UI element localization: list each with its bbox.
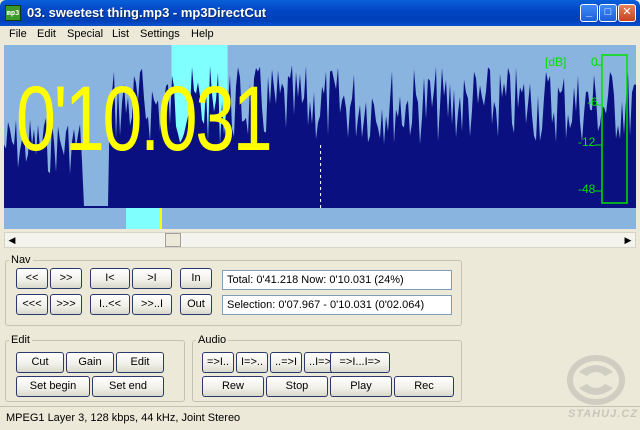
db-unit-label: [dB] [545, 55, 567, 69]
scroll-thumb[interactable] [165, 233, 181, 247]
title-bar: mp3 03. sweetest thing.mp3 - mp3DirectCu… [0, 0, 640, 26]
nav-selection-begin-button[interactable]: I..<< [90, 294, 130, 315]
menu-bar: File Edit Special List Settings Help [0, 26, 640, 44]
nav-fast-forward-button[interactable]: >>> [50, 294, 82, 315]
scroll-right-icon[interactable]: ▶ [621, 233, 635, 247]
edit-group-label: Edit [11, 334, 30, 346]
rewind-button[interactable]: Rew [202, 376, 264, 397]
out-button[interactable]: Out [180, 294, 212, 315]
position-info-field: Total: 0'41.218 Now: 0'10.031 (24%) [222, 270, 452, 290]
nav-group-label: Nav [11, 254, 31, 266]
menu-edit[interactable]: Edit [37, 28, 56, 40]
watermark-text: STAHUJ.CZ [568, 408, 638, 420]
db-0-label: 0 [591, 55, 598, 69]
window-title: 03. sweetest thing.mp3 - mp3DirectCut [27, 5, 267, 20]
cut-button[interactable]: Cut [16, 352, 64, 373]
play-from-begin-button[interactable]: I=>.. [236, 352, 268, 373]
record-button[interactable]: Rec [394, 376, 454, 397]
db-minus12-label: -12 [578, 135, 596, 149]
waveform-view[interactable]: 0'10.031 [dB] 0 -6 -12 -48 [4, 45, 636, 229]
nav-forward-button[interactable]: >> [50, 268, 82, 289]
maximize-icon: □ [604, 6, 612, 18]
timeline-cursor [160, 208, 162, 229]
timeline-selection [126, 208, 161, 229]
menu-help[interactable]: Help [191, 28, 214, 40]
set-begin-button[interactable]: Set begin [16, 376, 90, 397]
db-minus6-label: -6 [587, 95, 598, 109]
selection-info-field: Selection: 0'07.967 - 0'10.031 (0'02.064… [222, 295, 452, 315]
stop-button[interactable]: Stop [266, 376, 328, 397]
minimize-icon: _ [585, 6, 593, 18]
edit-button[interactable]: Edit [116, 352, 164, 373]
close-icon: ✕ [622, 6, 632, 18]
in-button[interactable]: In [180, 268, 212, 289]
seek-to-begin-button[interactable]: =>I.. [202, 352, 234, 373]
set-end-button[interactable]: Set end [92, 376, 164, 397]
maximize-button[interactable]: □ [599, 4, 617, 22]
gain-button[interactable]: Gain [66, 352, 114, 373]
horizontal-scrollbar[interactable]: ◀ ▶ [4, 232, 636, 248]
nav-fast-back-button[interactable]: <<< [16, 294, 48, 315]
nav-selection-end-button[interactable]: >>..I [132, 294, 172, 315]
nav-group: Nav [5, 254, 462, 326]
timeline-strip [4, 208, 636, 229]
minimize-button[interactable]: _ [580, 4, 598, 22]
nav-back-button[interactable]: << [16, 268, 48, 289]
close-button[interactable]: ✕ [618, 4, 636, 22]
play-button[interactable]: Play [330, 376, 392, 397]
menu-special[interactable]: Special [67, 28, 103, 40]
play-selection-button[interactable]: =>I...I=> [330, 352, 390, 373]
status-bar: MPEG1 Layer 3, 128 kbps, 44 kHz, Joint S… [0, 406, 640, 430]
scroll-left-icon[interactable]: ◀ [5, 233, 19, 247]
menu-settings[interactable]: Settings [140, 28, 180, 40]
position-time-display: 0'10.031 [16, 68, 273, 170]
menu-file[interactable]: File [9, 28, 27, 40]
nav-to-begin-button[interactable]: I< [90, 268, 130, 289]
nav-to-end-button[interactable]: >I [132, 268, 172, 289]
audio-group-label: Audio [198, 334, 227, 346]
db-minus48-label: -48 [578, 182, 596, 196]
status-text: MPEG1 Layer 3, 128 kbps, 44 kHz, Joint S… [6, 412, 241, 424]
seek-to-end-button[interactable]: ..=>I [270, 352, 302, 373]
mp3-icon[interactable]: mp3 [5, 5, 21, 21]
menu-list[interactable]: List [112, 28, 129, 40]
